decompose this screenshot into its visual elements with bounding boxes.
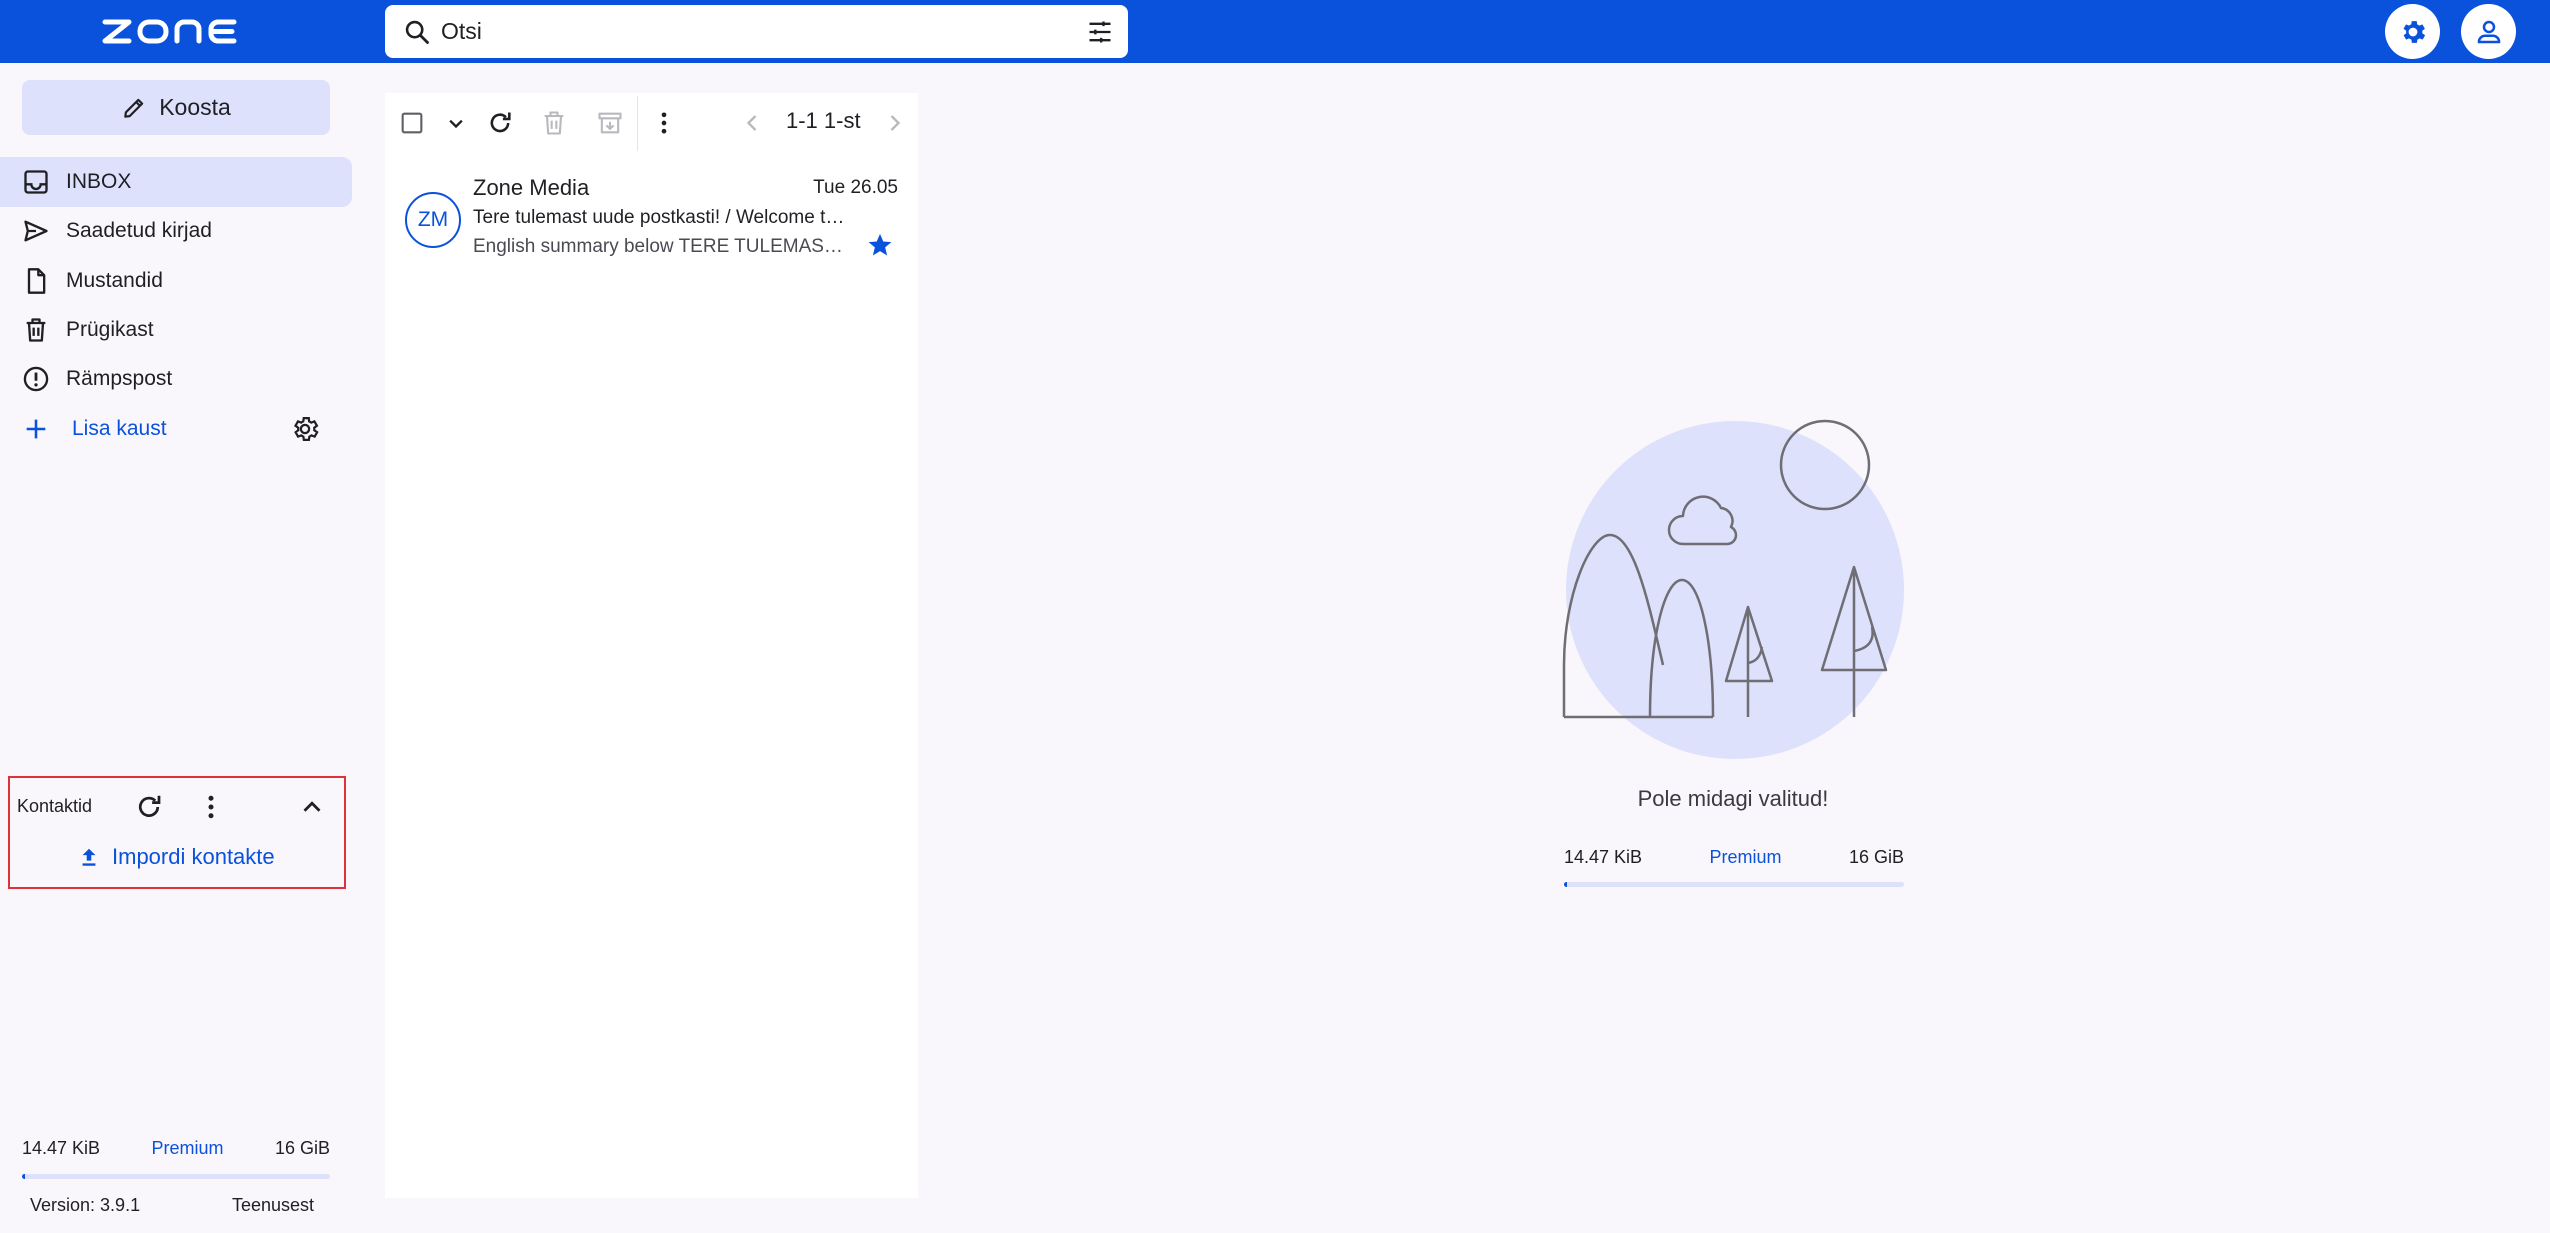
user-icon — [2477, 20, 2500, 43]
import-contacts-button[interactable]: Impordi kontakte — [78, 844, 275, 870]
compose-button[interactable]: Koosta — [22, 80, 330, 135]
terms-link[interactable]: Teenusest — [232, 1195, 314, 1216]
message-sender: Zone Media — [473, 175, 590, 200]
zone-logo[interactable] — [102, 14, 240, 48]
gear-icon — [2403, 20, 2425, 43]
quota-bar-fill — [22, 1174, 26, 1179]
sidebar-quota: 14.47 KiB Premium 16 GiB — [22, 1138, 330, 1159]
sender-avatar: ZM — [405, 192, 461, 248]
select-all-checkbox[interactable] — [398, 109, 426, 137]
folder-settings-gear-icon[interactable] — [290, 414, 320, 444]
message-row[interactable]: ZM Zone Media Tue 26.05 Tere tulemast uu… — [385, 163, 918, 263]
delete-icon[interactable] — [540, 109, 568, 137]
pencil-icon — [124, 98, 144, 118]
sidebar-item-label: Saadetud kirjad — [66, 219, 212, 242]
sidebar-quota-bar — [22, 1174, 330, 1179]
preview-quota: 14.47 KiB Premium 16 GiB — [1564, 847, 1904, 868]
spam-icon — [23, 366, 49, 392]
sidebar-item-label: Rämpspost — [66, 367, 173, 390]
top-bar — [0, 0, 2550, 63]
message-date: Tue 26.05 — [813, 177, 898, 198]
contacts-panel: Kontaktid Impordi kontakte — [8, 776, 346, 889]
chevron-down-icon[interactable] — [442, 109, 470, 137]
sidebar-item-label: Prügikast — [66, 318, 154, 341]
star-icon[interactable] — [866, 231, 894, 259]
settings-button[interactable] — [2385, 4, 2440, 59]
refresh-list-icon[interactable] — [486, 109, 514, 137]
sidebar-item-inbox[interactable]: INBOX — [0, 157, 352, 207]
compose-label: Koosta — [159, 94, 231, 120]
message-subject: Tere tulemast uude postkasti! / Welcome … — [473, 207, 853, 228]
pagination-text: 1-1 1-st — [786, 108, 861, 133]
archive-icon[interactable] — [596, 109, 624, 137]
more-vertical-icon[interactable] — [650, 109, 678, 137]
quota-plan-link[interactable]: Premium — [152, 1138, 224, 1159]
search-icon[interactable] — [403, 18, 431, 46]
more-vertical-icon[interactable] — [196, 792, 226, 822]
empty-state-text: Pole midagi valitud! — [1637, 786, 1829, 811]
sidebar-item-label: Mustandid — [66, 269, 163, 292]
chevron-left-icon[interactable] — [738, 109, 766, 137]
sidebar-item-trash[interactable]: Prügikast — [0, 305, 352, 355]
import-contacts-label: Impordi kontakte — [112, 844, 275, 869]
message-snippet: English summary below TERE TULEMAST UUDE… — [473, 236, 853, 257]
sidebar-item-sent[interactable]: Saadetud kirjad — [0, 206, 352, 256]
refresh-icon[interactable] — [134, 792, 164, 822]
upload-icon — [82, 848, 96, 866]
chevron-up-icon[interactable] — [297, 792, 327, 822]
preview-quota-bar — [1564, 882, 1904, 887]
account-button[interactable] — [2461, 4, 2516, 59]
trash-icon — [26, 318, 46, 342]
contacts-title: Kontaktid — [17, 796, 93, 816]
add-folder-button[interactable]: Lisa kaust — [0, 404, 270, 454]
quota-used: 14.47 KiB — [22, 1138, 101, 1158]
toolbar-separator — [637, 96, 638, 151]
draft-icon — [27, 268, 46, 294]
sidebar-item-drafts[interactable]: Mustandid — [0, 256, 352, 306]
quota-bar-fill — [1564, 882, 1568, 887]
quota-used: 14.47 KiB — [1564, 847, 1643, 867]
quota-total: 16 GiB — [274, 1138, 330, 1158]
search-bar[interactable] — [385, 5, 1128, 58]
quota-total: 16 GiB — [1848, 847, 1904, 867]
empty-state-illustration — [1562, 419, 1904, 759]
inbox-icon — [24, 170, 48, 194]
sidebar-item-label: INBOX — [66, 170, 132, 193]
plus-icon — [26, 419, 46, 439]
version-text: Version: 3.9.1 — [30, 1195, 141, 1215]
quota-plan-link[interactable]: Premium — [1710, 847, 1782, 868]
sidebar-item-spam[interactable]: Rämpspost — [0, 354, 352, 404]
add-folder-label: Lisa kaust — [72, 417, 167, 440]
search-input[interactable] — [441, 11, 1041, 51]
filter-sliders-icon[interactable] — [1086, 18, 1114, 46]
send-icon — [24, 220, 48, 242]
chevron-right-icon[interactable] — [881, 109, 909, 137]
